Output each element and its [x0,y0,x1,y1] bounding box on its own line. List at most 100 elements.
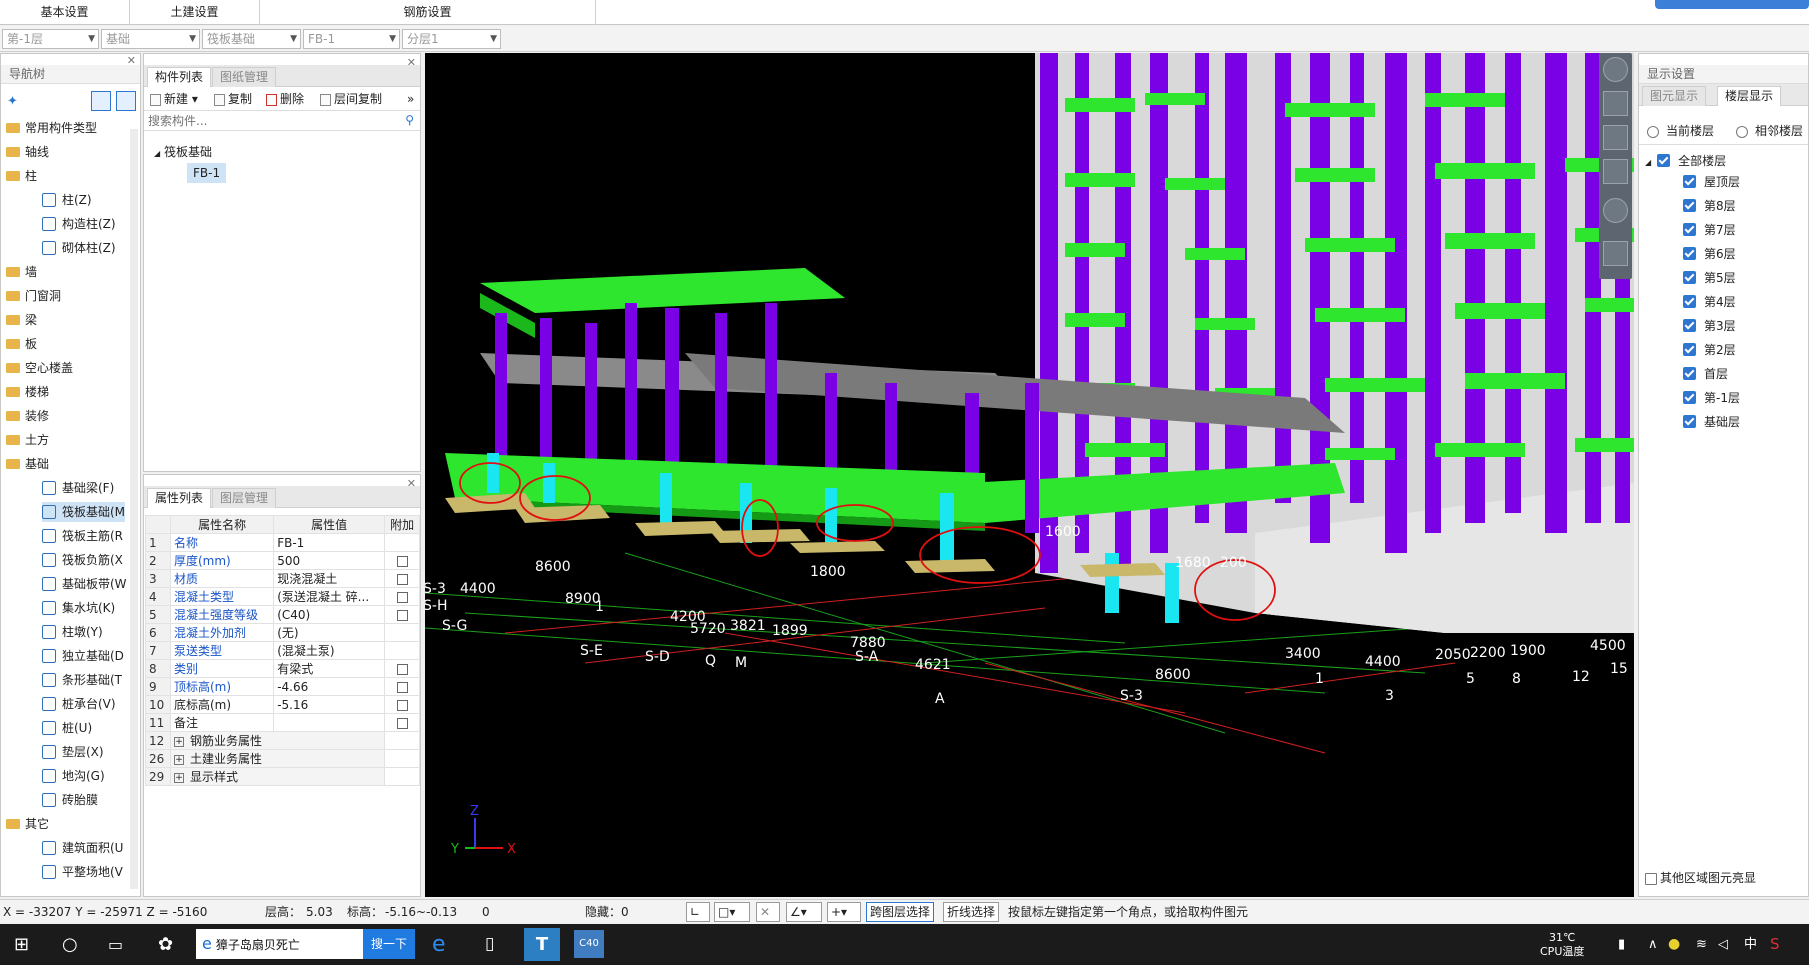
app-t-icon[interactable]: T [524,928,560,961]
attach-checkbox[interactable] [384,695,420,714]
wifi-icon[interactable]: ≋ [1696,924,1707,965]
search-icon[interactable]: ⚲ [405,113,414,127]
cpu-temp-widget[interactable]: 31℃ CPU温度 [1540,931,1584,959]
nav-item[interactable]: 砖胎膜 [42,790,98,810]
nav-item[interactable]: 柱(Z) [42,190,92,210]
floor-checkbox[interactable]: 第3层 [1683,316,1736,336]
nav-item[interactable]: 独立基础(D [42,646,124,666]
security-icon[interactable]: ● [1668,924,1680,965]
floor-checkbox[interactable]: 基础层 [1683,412,1740,432]
tab-properties[interactable]: 属性列表 [147,488,212,508]
tab-rebar-settings[interactable]: 钢筋设置 [260,0,596,25]
floor-checkbox[interactable]: 屋顶层 [1683,172,1740,192]
all-floors-checkbox[interactable]: ◢ 全部楼层 [1645,151,1726,171]
nav-item[interactable]: 筏板基础(M [42,502,126,522]
tab-basic-settings[interactable]: 基本设置 [0,0,130,25]
nav-item[interactable]: 门窗洞 [6,286,61,306]
tab-civil-settings[interactable]: 土建设置 [130,0,260,25]
property-row[interactable]: 6 混凝土外加剂 (无) [145,623,420,642]
battery-icon[interactable]: ▮ [1618,924,1625,965]
nav-item[interactable]: 基础板带(W [42,574,127,594]
plan-view-icon[interactable] [1603,91,1628,116]
property-row[interactable]: 1 名称 FB-1 [145,533,420,552]
property-value[interactable]: 有梁式 [273,659,386,678]
property-row[interactable]: 5 混凝土强度等级 (C40) [145,605,420,624]
attach-checkbox[interactable] [384,713,420,732]
fan-icon[interactable]: ✿ [158,924,173,965]
attach-checkbox[interactable] [384,641,420,660]
nav-item[interactable]: 集水坑(K) [42,598,115,618]
property-row[interactable]: 10 底标高(m) -5.16 [145,695,420,714]
floor-checkbox[interactable]: 第-1层 [1683,388,1740,408]
attach-checkbox[interactable] [384,587,420,606]
property-row[interactable]: 4 混凝土类型 (泵送混凝土 碎... [145,587,420,606]
property-value[interactable]: FB-1 [273,533,386,552]
tree-parent-raft[interactable]: ◢ 筏板基础 [154,142,212,162]
app-c40-icon[interactable]: C40 [574,930,604,958]
attach-checkbox[interactable] [384,677,420,696]
nav-item[interactable]: 桩(U) [42,718,92,738]
checkbox[interactable] [396,681,408,693]
edge-icon[interactable]: e [432,924,446,965]
tab-floor-display[interactable]: 楼层显示 [1717,86,1782,106]
floor-checkbox[interactable]: 第7层 [1683,220,1736,240]
task-view-icon[interactable]: ▭ [108,924,123,965]
property-value[interactable]: (无) [273,623,386,642]
chevron-up-icon[interactable]: ∧ [1648,924,1658,965]
volume-icon[interactable]: ◁ [1718,924,1728,965]
nav-item[interactable]: 土方 [6,430,49,450]
attach-checkbox[interactable] [384,569,420,588]
checkbox[interactable] [396,717,408,729]
property-value[interactable]: (C40) [273,605,386,624]
angle-icon[interactable]: ∠▾ [786,902,822,922]
checkbox[interactable] [396,573,408,585]
nav-item[interactable]: 楼梯 [6,382,49,402]
nav-item[interactable]: 桩承台(V) [42,694,116,714]
property-row[interactable]: 9 顶标高(m) -4.66 [145,677,420,696]
property-value[interactable]: 500 [273,551,386,570]
nav-item[interactable]: 空心楼盖 [6,358,73,378]
floor-checkbox[interactable]: 第4层 [1683,292,1736,312]
category-select[interactable]: 基础 ▼ [101,29,200,49]
property-row[interactable]: 8 类别 有梁式 [145,659,420,678]
nav-item[interactable]: 垫层(X) [42,742,104,762]
radio-adjacent-floors[interactable]: 相邻楼层 [1736,122,1803,139]
offset-icon[interactable]: +▾ [827,902,861,922]
scrollbar[interactable] [130,129,138,889]
component-select[interactable]: FB-1 ▼ [303,29,400,49]
tab-element-display[interactable]: 图元显示 [1642,86,1707,106]
nav-item[interactable]: 板 [6,334,37,354]
nav-item[interactable]: 筏板主筋(R [42,526,123,546]
sogou-icon[interactable]: S [1770,924,1780,965]
grid-view-icon[interactable] [116,91,136,111]
nav-item[interactable]: 建筑面积(U [42,838,123,858]
tab-layer-management[interactable]: 图层管理 [212,488,277,508]
tab-drawing-management[interactable]: 图纸管理 [212,67,277,87]
component-search-input[interactable] [144,111,394,130]
expand-icon[interactable]: + [173,772,184,783]
property-row[interactable]: 3 材质 现浇混凝土 [145,569,420,588]
property-value[interactable]: 现浇混凝土 [273,569,386,588]
attach-checkbox[interactable] [384,605,420,624]
orbit-icon[interactable] [1603,57,1628,82]
nav-item[interactable]: 筏板负筋(X [42,550,123,570]
property-row[interactable]: 7 泵送类型 (混凝土泵) [145,641,420,660]
attach-checkbox[interactable] [384,533,420,552]
nav-item[interactable]: 基础 [6,454,49,474]
checkbox[interactable] [396,591,408,603]
delete-button[interactable]: 删除 [266,88,304,110]
nav-item[interactable]: 柱 [6,166,37,186]
floor-copy-button[interactable]: 层间复制 [320,88,382,110]
expand-icon[interactable]: + [173,736,184,747]
checkbox[interactable] [396,699,408,711]
property-group-row[interactable]: 29 + 显示样式 [145,767,420,786]
floor-checkbox[interactable]: 第5层 [1683,268,1736,288]
nav-item[interactable]: 基础梁(F) [42,478,114,498]
ime-indicator[interactable]: 中 [1744,924,1757,965]
expand-icon[interactable]: + [173,754,184,765]
rotate-icon[interactable] [1603,198,1628,223]
ortho-icon[interactable]: ∟ [686,902,710,922]
cube-icon[interactable] [1603,159,1628,184]
property-row[interactable]: 2 厚度(mm) 500 [145,551,420,570]
property-value[interactable]: -4.66 [273,677,386,696]
